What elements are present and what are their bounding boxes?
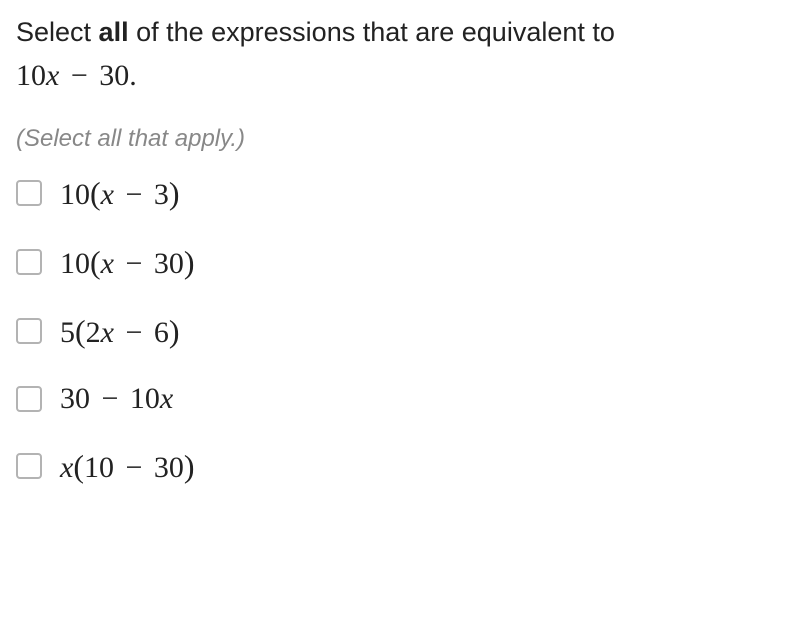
option-3[interactable]: 5(2x − 6) [16, 315, 784, 348]
option-5-expression: x(10 − 30) [60, 450, 195, 483]
option-3-expression: 5(2x − 6) [60, 315, 180, 348]
checkbox-2[interactable] [16, 249, 42, 275]
options-list: 10(x − 3) 10(x − 30) 5(2x − 6) 30 − 10x … [16, 177, 784, 483]
option-2-expression: 10(x − 30) [60, 246, 195, 279]
expr-var: x [46, 59, 59, 92]
target-expression: 10x − 30. [16, 56, 137, 97]
option-1-expression: 10(x − 3) [60, 177, 180, 210]
prompt-pre: Select [16, 17, 99, 47]
checkbox-5[interactable] [16, 453, 42, 479]
option-5[interactable]: x(10 − 30) [16, 450, 784, 483]
option-2[interactable]: 10(x − 30) [16, 246, 784, 279]
option-4-expression: 30 − 10x [60, 384, 173, 414]
expr-const: 30 [99, 59, 129, 92]
question-prompt: Select all of the expressions that are e… [16, 14, 784, 97]
prompt-post: of the expressions that are equivalent t… [129, 17, 615, 47]
prompt-bold: all [99, 17, 129, 47]
option-4[interactable]: 30 − 10x [16, 384, 784, 414]
expr-coef: 10 [16, 59, 46, 92]
expr-period: . [129, 59, 137, 92]
checkbox-3[interactable] [16, 318, 42, 344]
instruction-hint: (Select all that apply.) [16, 125, 784, 153]
option-1[interactable]: 10(x − 3) [16, 177, 784, 210]
checkbox-1[interactable] [16, 180, 42, 206]
checkbox-4[interactable] [16, 386, 42, 412]
expr-minus: − [63, 59, 95, 92]
